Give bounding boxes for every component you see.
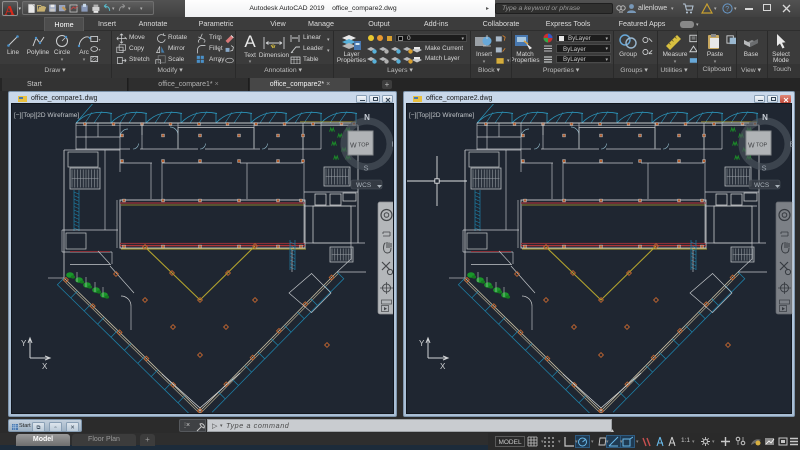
svg-text:?: ? — [725, 6, 729, 13]
svg-text:▾: ▾ — [98, 37, 100, 42]
svg-text:[−][Top][2D Wireframe]: [−][Top][2D Wireframe] — [14, 112, 79, 119]
svg-text:▾: ▾ — [98, 47, 100, 52]
svg-text:[−][Top][2D Wireframe]: [−][Top][2D Wireframe] — [409, 112, 474, 119]
